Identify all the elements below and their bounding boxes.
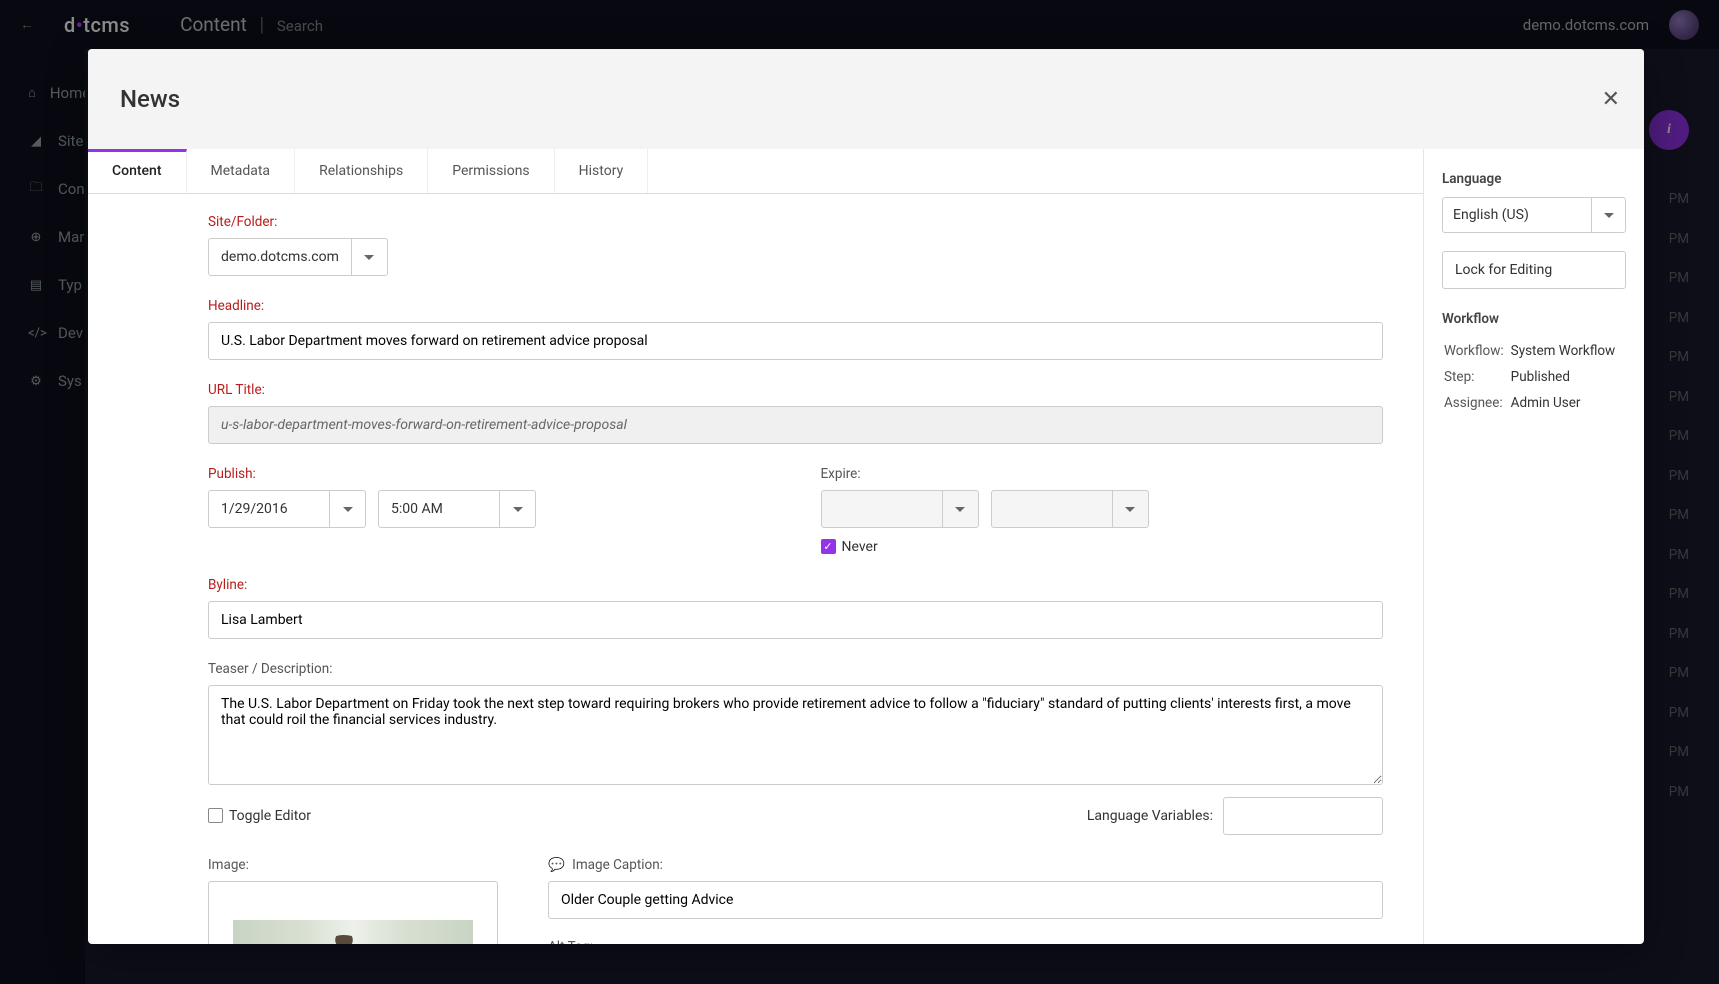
publish-time-value: 5:00 AM — [379, 491, 499, 527]
url-title-input[interactable] — [208, 406, 1383, 444]
modal-title: News — [120, 85, 180, 113]
close-icon[interactable]: ✕ — [1602, 87, 1620, 112]
site-folder-value: demo.dotcms.com — [209, 239, 351, 275]
expire-date-dropdown[interactable] — [821, 490, 979, 528]
never-checkbox[interactable]: ✓ Never — [821, 539, 878, 555]
site-folder-dropdown[interactable]: demo.dotcms.com — [208, 238, 388, 276]
language-variables-label: Language Variables: — [1087, 808, 1213, 824]
tab-history[interactable]: History — [555, 149, 649, 193]
chevron-down-icon — [1112, 491, 1148, 527]
teaser-textarea[interactable] — [208, 685, 1383, 785]
never-label: Never — [842, 539, 878, 555]
byline-input[interactable] — [208, 601, 1383, 639]
comment-icon: 💬 — [548, 857, 565, 873]
publish-date-value: 1/29/2016 — [209, 491, 329, 527]
modal: News ✕ Content Metadata Relationships Pe… — [88, 49, 1644, 944]
tab-metadata[interactable]: Metadata — [187, 149, 296, 193]
tab-relationships[interactable]: Relationships — [295, 149, 428, 193]
chevron-down-icon — [329, 491, 365, 527]
language-dropdown[interactable]: English (US) — [1442, 197, 1626, 233]
publish-label: Publish: — [208, 466, 771, 482]
expire-label: Expire: — [821, 466, 1384, 482]
modal-header: News ✕ — [88, 49, 1644, 149]
lock-for-editing-button[interactable]: Lock for Editing — [1442, 251, 1626, 289]
step-value: Published — [1511, 365, 1624, 389]
expire-date-value — [822, 491, 942, 527]
workflow-key: Workflow: — [1444, 339, 1509, 363]
alt-tag-label: Alt Tag: — [548, 939, 1383, 945]
workflow-heading: Workflow — [1442, 311, 1626, 327]
headline-input[interactable] — [208, 322, 1383, 360]
modal-side-panel: Language English (US) Lock for Editing W… — [1424, 149, 1644, 944]
headline-label: Headline: — [208, 298, 1383, 314]
teaser-label: Teaser / Description: — [208, 661, 1383, 677]
expire-time-value — [992, 491, 1112, 527]
assignee-value: Admin User — [1511, 391, 1624, 415]
toggle-editor-checkbox[interactable]: Toggle Editor — [208, 808, 311, 824]
language-variables-input[interactable] — [1223, 797, 1383, 835]
tab-permissions[interactable]: Permissions — [428, 149, 554, 193]
workflow-table: Workflow:System Workflow Step:Published … — [1442, 337, 1626, 417]
language-label: Language — [1442, 171, 1626, 187]
url-title-label: URL Title: — [208, 382, 1383, 398]
chevron-down-icon — [942, 491, 978, 527]
workflow-value: System Workflow — [1511, 339, 1624, 363]
expire-time-dropdown[interactable] — [991, 490, 1149, 528]
chevron-down-icon — [351, 239, 387, 275]
publish-date-dropdown[interactable]: 1/29/2016 — [208, 490, 366, 528]
publish-time-dropdown[interactable]: 5:00 AM — [378, 490, 536, 528]
image-picker[interactable] — [208, 881, 498, 945]
tab-content[interactable]: Content — [88, 149, 187, 193]
checkbox-checked-icon: ✓ — [821, 539, 836, 554]
tabs: Content Metadata Relationships Permissio… — [88, 149, 1423, 194]
language-value: English (US) — [1443, 198, 1591, 232]
toggle-editor-label: Toggle Editor — [229, 808, 311, 824]
image-thumbnail — [233, 920, 473, 945]
site-folder-label: Site/Folder: — [208, 214, 1383, 230]
chevron-down-icon — [1591, 198, 1625, 232]
byline-label: Byline: — [208, 577, 1383, 593]
assignee-key: Assignee: — [1444, 391, 1509, 415]
chevron-down-icon — [499, 491, 535, 527]
image-caption-label: 💬 Image Caption: — [548, 857, 1383, 873]
image-caption-input[interactable] — [548, 881, 1383, 919]
image-label: Image: — [208, 857, 498, 873]
checkbox-unchecked-icon — [208, 808, 223, 823]
step-key: Step: — [1444, 365, 1509, 389]
